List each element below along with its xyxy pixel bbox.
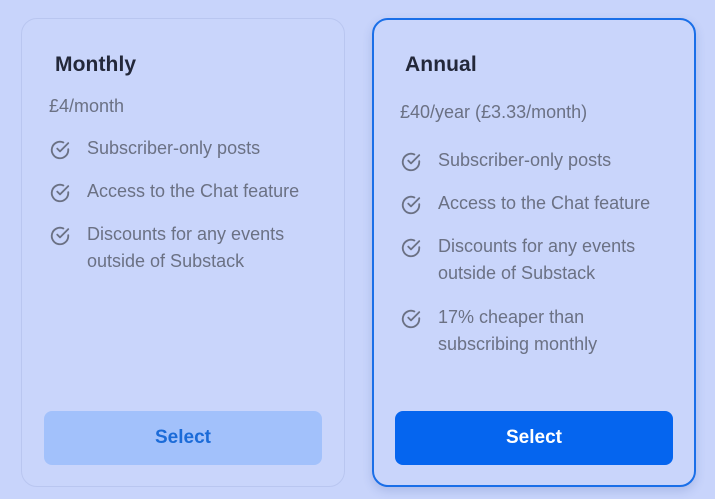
feature-text: Access to the Chat feature [87, 181, 300, 201]
check-circle-icon [401, 152, 421, 172]
check-circle-icon [401, 195, 421, 215]
plan-price: £4/month [49, 96, 125, 116]
feature-text: 17% cheaper than subscribing monthly [438, 307, 598, 354]
check-circle-icon [50, 226, 70, 246]
feature-text: Subscriber-only posts [438, 150, 612, 170]
plan-title: Annual [405, 53, 477, 76]
plan-title: Monthly [55, 53, 137, 76]
feature-text: Subscriber-only posts [87, 138, 261, 158]
check-circle-icon [401, 238, 421, 258]
check-circle-icon [50, 140, 70, 160]
select-annual-button[interactable]: Select [395, 411, 673, 465]
feature-text: Discounts for any events outside of Subs… [87, 224, 285, 271]
plan-card-annual[interactable]: Annual £40/year (£3.33/month) Subscriber… [372, 18, 696, 487]
select-monthly-button[interactable]: Select [44, 411, 322, 465]
plan-card-monthly[interactable]: Monthly £4/month Subscriber-only posts A… [21, 18, 345, 487]
check-circle-icon [50, 183, 70, 203]
feature-text: Discounts for any events outside of Subs… [438, 236, 636, 283]
plan-price: £40/year (£3.33/month) [400, 102, 588, 122]
check-circle-icon [401, 309, 421, 329]
feature-text: Access to the Chat feature [438, 193, 651, 213]
